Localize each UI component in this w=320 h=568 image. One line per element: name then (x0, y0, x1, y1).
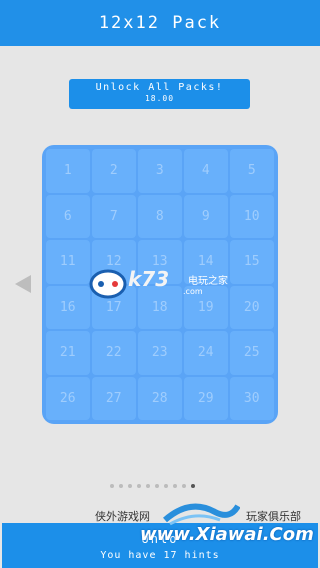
unlock-all-label: Unlock All Packs! (95, 82, 224, 93)
k73-logo-icon (89, 269, 127, 299)
level-cell[interactable]: 27 (92, 376, 136, 420)
page-dot[interactable] (164, 484, 168, 488)
level-cell[interactable]: 18 (138, 285, 182, 329)
page-dot[interactable] (119, 484, 123, 488)
level-cell[interactable]: 26 (46, 376, 90, 420)
page-dot[interactable] (137, 484, 141, 488)
level-cell[interactable]: 2 (92, 149, 136, 193)
unlock-all-price: 18.00 (144, 94, 175, 103)
previous-page-arrow-icon[interactable] (15, 275, 31, 293)
page-dot[interactable] (182, 484, 186, 488)
page-dot[interactable] (146, 484, 150, 488)
page-dot[interactable] (191, 484, 195, 488)
level-cell[interactable]: 9 (184, 194, 228, 238)
level-cell[interactable]: 4 (184, 149, 228, 193)
level-cell[interactable]: 16 (46, 285, 90, 329)
watermark-big-text: www.Xiawai.Com (140, 524, 314, 545)
level-cell[interactable]: 6 (46, 194, 90, 238)
level-cell[interactable]: 22 (92, 331, 136, 375)
watermark-k73-cn: 电玩之家 (188, 276, 228, 287)
level-cell[interactable]: 28 (138, 376, 182, 420)
level-cell[interactable]: 29 (184, 376, 228, 420)
level-cell[interactable]: 30 (230, 376, 274, 420)
level-cell[interactable]: 8 (138, 194, 182, 238)
level-cell[interactable]: 24 (184, 331, 228, 375)
level-cell[interactable]: 5 (230, 149, 274, 193)
level-cell[interactable]: 21 (46, 331, 90, 375)
level-cell[interactable]: 7 (92, 194, 136, 238)
page-indicator (110, 484, 195, 488)
header-bar: 12x12 Pack (0, 0, 320, 46)
level-cell[interactable]: 1 (46, 149, 90, 193)
level-cell[interactable]: 3 (138, 149, 182, 193)
level-cell[interactable]: 20 (230, 285, 274, 329)
level-cell[interactable]: 25 (230, 331, 274, 375)
page-title: 12x12 Pack (98, 13, 222, 33)
level-cell[interactable]: 11 (46, 240, 90, 284)
page-dot[interactable] (110, 484, 114, 488)
level-cell[interactable]: 15 (230, 240, 274, 284)
unlock-all-packs-button[interactable]: Unlock All Packs! 18.00 (69, 79, 250, 109)
hints-count-text: You have 17 hints (100, 550, 220, 561)
level-cell[interactable]: 23 (138, 331, 182, 375)
watermark-k73-text: k73 (128, 267, 170, 291)
watermark-left-cn: 侠外游戏网 (95, 510, 150, 523)
page-dot[interactable] (173, 484, 177, 488)
level-cell[interactable]: 10 (230, 194, 274, 238)
page-dot[interactable] (128, 484, 132, 488)
watermark-right-cn: 玩家俱乐部 (246, 510, 301, 523)
watermark-k73-com: .com (183, 287, 203, 296)
page-dot[interactable] (155, 484, 159, 488)
bottom-watermark: 侠外游戏网 玩家俱乐部 www.Xiawai.Com (0, 498, 320, 545)
